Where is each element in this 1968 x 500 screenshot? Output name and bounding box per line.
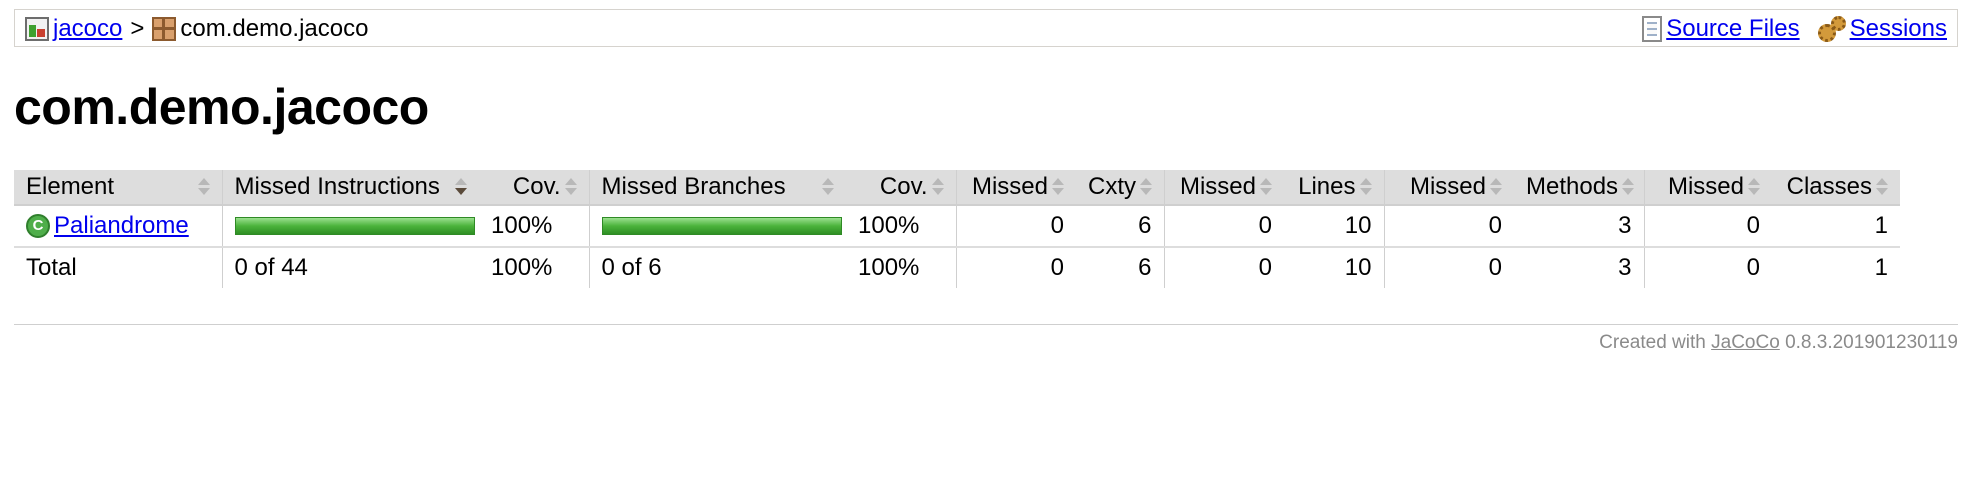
header-cov-instructions[interactable]: Cov. (479, 170, 589, 206)
package-icon (152, 17, 177, 41)
total-row: Total 0 of 44 100% 0 of 6 100% 0 6 0 10 … (14, 247, 1900, 288)
header-missed-methods[interactable]: Missed (1383, 170, 1514, 206)
source-files-icon (1642, 16, 1663, 42)
cell-instructions-bar (221, 205, 479, 248)
sort-icon (1359, 176, 1372, 198)
footer-version: 0.8.3.201901230119 (1785, 332, 1958, 353)
cell-cxty: 6 (1076, 205, 1164, 248)
total-lines: 10 (1344, 254, 1372, 281)
sort-icon (1052, 176, 1064, 198)
header-missed-cxty[interactable]: Missed (955, 170, 1076, 206)
header-missed-classes[interactable]: Missed (1643, 170, 1772, 206)
total-cxty: 6 (1138, 254, 1152, 281)
breadcrumb-current: com.demo.jacoco (180, 15, 369, 42)
cell-lines: 10 (1284, 205, 1384, 248)
cell-missed-lines: 0 (1163, 205, 1284, 248)
cell-methods: 3 (1514, 205, 1644, 248)
sort-icon (564, 176, 577, 198)
report-icon (25, 17, 49, 41)
cell-missed-classes: 0 (1643, 205, 1772, 248)
source-files-link[interactable]: Source Files (1666, 15, 1799, 43)
sort-icon (1748, 176, 1760, 198)
breadcrumb: jacoco > com.demo.jacoco Source Files Se… (14, 9, 1958, 47)
total-missed-methods: 0 (1383, 247, 1514, 288)
total-missed-branches: 0 of 6 (588, 247, 846, 288)
cell-classes: 1 (1772, 205, 1900, 248)
page-title: com.demo.jacoco (14, 79, 429, 135)
class-icon: C (26, 214, 50, 238)
sort-icon (1876, 176, 1888, 198)
sort-icon (1260, 176, 1272, 198)
breadcrumb-separator: > (130, 15, 145, 42)
footer-divider (14, 324, 1958, 325)
table-row: C Paliandrome 100% 100% 0 6 0 10 0 3 0 1 (14, 205, 1900, 248)
header-classes[interactable]: Classes (1772, 170, 1900, 206)
header-lines[interactable]: Lines (1284, 170, 1384, 206)
cell-missed-cxty: 0 (955, 205, 1076, 248)
coverage-table: Element Missed Instructions Cov. Missed … (14, 170, 1900, 288)
breadcrumb-path: jacoco > com.demo.jacoco (25, 14, 368, 44)
total-missed-instructions: 0 of 44 (221, 247, 479, 288)
header-cxty[interactable]: Cxty (1076, 170, 1164, 206)
header-missed-branches[interactable]: Missed Branches (588, 170, 846, 206)
total-classes: 1 (1874, 254, 1888, 281)
jacoco-link[interactable]: JaCoCo (1711, 332, 1780, 353)
header-missed-lines[interactable]: Missed (1163, 170, 1284, 206)
sort-icon (822, 176, 834, 198)
sort-icon (931, 176, 944, 198)
header-methods[interactable]: Methods (1514, 170, 1644, 206)
sort-desc-icon (455, 176, 467, 198)
cell-missed-methods: 0 (1383, 205, 1514, 248)
sessions-icon (1817, 16, 1846, 42)
header-cov-branches[interactable]: Cov. (846, 170, 956, 206)
breadcrumb-root-link[interactable]: jacoco (53, 15, 122, 43)
sessions-link[interactable]: Sessions (1850, 15, 1947, 43)
cell-branches-bar (588, 205, 846, 248)
header-missed-instructions[interactable]: Missed Instructions (221, 170, 479, 206)
footer: Created with JaCoCo 0.8.3.201901230119 (1599, 332, 1958, 354)
branches-coverage-bar (601, 217, 842, 235)
total-missed-cxty: 0 (955, 247, 1076, 288)
cell-cov-branches: 100% (846, 205, 956, 248)
total-cov-instructions: 100% (491, 254, 553, 281)
total-methods: 3 (1618, 254, 1632, 281)
footer-prefix: Created with (1599, 332, 1706, 353)
cell-element: C Paliandrome (14, 205, 222, 248)
total-label: Total (26, 254, 77, 281)
cell-cov-instructions: 100% (479, 205, 589, 248)
header-element[interactable]: Element (14, 170, 222, 206)
sort-icon (1490, 176, 1502, 198)
sort-icon (1622, 176, 1635, 198)
instructions-coverage-bar (234, 217, 475, 235)
total-missed-lines: 0 (1163, 247, 1284, 288)
sort-icon (1140, 176, 1152, 198)
breadcrumb-actions: Source Files Sessions (1642, 14, 1947, 44)
class-link[interactable]: Paliandrome (54, 212, 189, 240)
table-header: Element Missed Instructions Cov. Missed … (14, 170, 1900, 206)
total-cov-branches: 100% (858, 254, 920, 281)
total-missed-classes: 0 (1643, 247, 1772, 288)
sort-icon (197, 176, 210, 198)
